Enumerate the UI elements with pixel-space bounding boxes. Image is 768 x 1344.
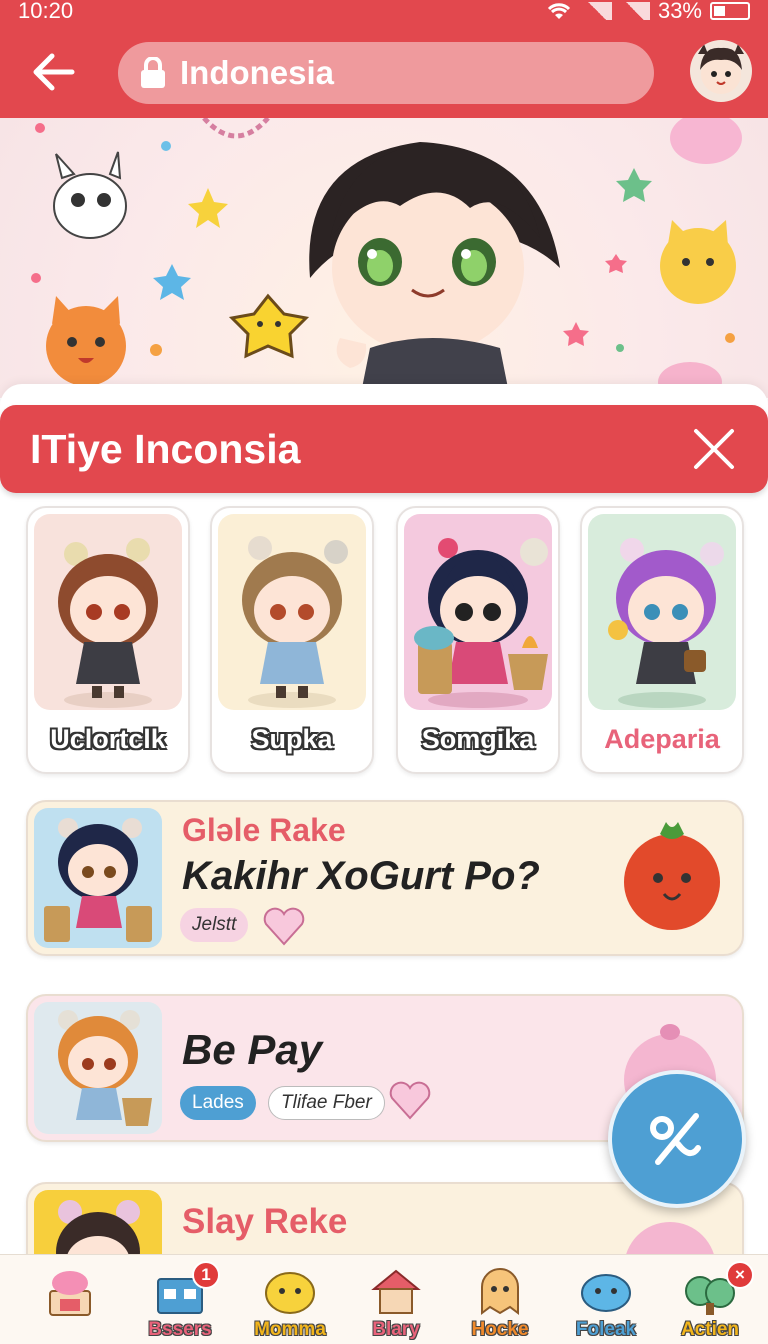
arrow-left-icon: [33, 53, 75, 91]
section-title: ITiye Inconsia: [30, 425, 301, 472]
list-item-thumbnail: [34, 808, 162, 948]
signal-icon-2: [619, 2, 650, 20]
character-art: [404, 514, 552, 710]
hero-character-art: [31, 118, 742, 398]
tag-chip[interactable]: Tlifae Fber: [268, 1086, 385, 1120]
title-bar[interactable]: Indonesia: [118, 42, 654, 104]
nav-item-momma[interactable]: Momma: [240, 1255, 340, 1344]
character-card[interactable]: Adeparia: [580, 506, 744, 774]
yellow-blob-icon: [265, 1272, 315, 1314]
wifi-icon: [547, 3, 571, 19]
nav-label: Bssers: [148, 1319, 212, 1340]
section-header: ITiye Inconsia: [0, 405, 768, 493]
heart-icon[interactable]: [262, 906, 306, 946]
battery-percent: 33%: [657, 0, 702, 23]
house-icon: [371, 1269, 421, 1314]
tag-chip[interactable]: Jelstt: [180, 908, 249, 942]
nav-label: Actien: [680, 1319, 740, 1340]
lock-icon: [141, 57, 165, 88]
list-item-subtitle: Slay Reke: [182, 1202, 348, 1241]
close-icon[interactable]: [690, 425, 738, 473]
character-name: Somgika: [421, 724, 535, 754]
avatar[interactable]: [690, 40, 752, 102]
status-bar: 10:20 33%: [18, 0, 750, 23]
character-card[interactable]: Somgika: [396, 506, 560, 774]
dismiss-badge[interactable]: ×: [726, 1261, 754, 1289]
tag-chip[interactable]: Lades: [180, 1086, 256, 1120]
back-button[interactable]: [30, 48, 78, 96]
character-art: [588, 514, 736, 710]
nav-label: Blary: [372, 1319, 420, 1340]
list-item-thumbnail: [34, 1002, 162, 1134]
signal-icon: [581, 2, 612, 20]
status-time: 10:20: [18, 0, 74, 23]
character-name: Uclortclk: [50, 724, 166, 754]
character-art: [34, 514, 182, 710]
top-app-bar: 10:20 33% Indonesia: [0, 0, 768, 118]
heart-icon[interactable]: [388, 1080, 432, 1120]
cake-shop-icon: [49, 1271, 91, 1316]
hero-illustration: [0, 118, 768, 398]
nav-item-hocke[interactable]: Hocke: [450, 1255, 550, 1344]
nav-item-blary[interactable]: Blary: [346, 1255, 446, 1344]
nav-item-foleak[interactable]: Foleak: [556, 1255, 656, 1344]
nav-label: Hocke: [471, 1319, 529, 1340]
nav-label: Foleak: [575, 1319, 637, 1340]
battery-icon: [710, 2, 750, 20]
nav-label: Momma: [254, 1319, 326, 1340]
list-item[interactable]: Glәle Rake Kakihr XoGurt Po? Jelstt: [26, 800, 744, 956]
list-item-subtitle: Glәle Rake: [182, 812, 346, 848]
star-icon: [188, 188, 228, 228]
discount-fab-button[interactable]: [608, 1070, 746, 1208]
bottom-navigation: Bssers 1 Momma Blary Hocke Foleak Actien…: [0, 1254, 768, 1344]
profile-avatar-icon: [698, 44, 744, 94]
nav-item-shop[interactable]: [20, 1255, 120, 1344]
list-item-title: Kakihr XoGurt Po?: [182, 854, 540, 898]
notification-badge: 1: [192, 1261, 220, 1289]
character-name: Supka: [251, 724, 333, 754]
character-art: [218, 514, 366, 710]
ghost-icon: [481, 1268, 519, 1315]
percent-icon: [650, 1113, 701, 1165]
list-item-title: Be Pay: [182, 1026, 323, 1073]
page-title: Indonesia: [180, 54, 335, 91]
tomato-icon: [624, 822, 720, 930]
character-name: Adeparia: [604, 724, 720, 754]
character-card[interactable]: Supka: [210, 506, 374, 774]
nav-item-actien[interactable]: Actien ×: [660, 1255, 760, 1344]
nav-item-bssers[interactable]: Bssers 1: [130, 1255, 230, 1344]
fish-icon: [581, 1274, 631, 1312]
character-card[interactable]: Uclortclk: [26, 506, 190, 774]
